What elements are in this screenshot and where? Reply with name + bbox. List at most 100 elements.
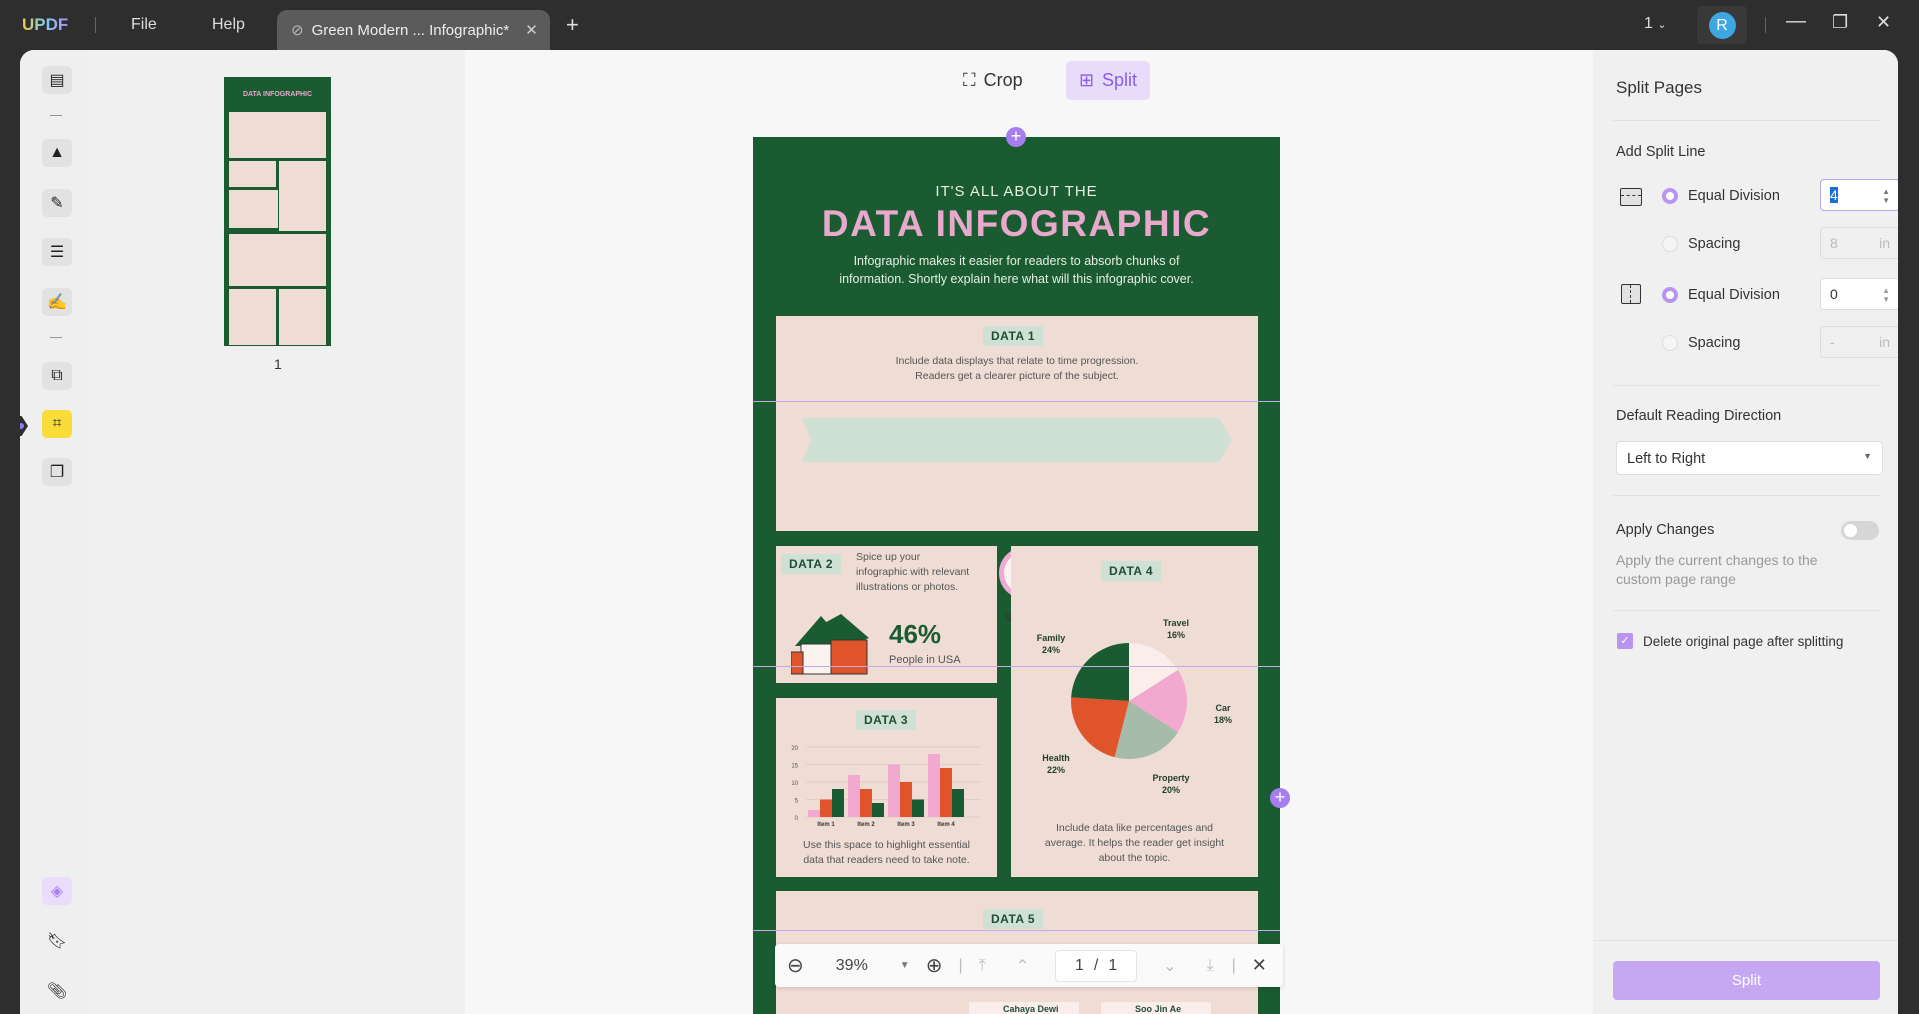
add-vertical-split-handle[interactable]: + xyxy=(1270,788,1290,808)
apply-changes-toggle[interactable] xyxy=(1841,521,1879,540)
zoom-out-icon[interactable]: ⊖ xyxy=(787,953,804,978)
zoom-dropdown-icon[interactable]: ▼ xyxy=(900,960,910,971)
menu-file[interactable]: File xyxy=(131,16,157,34)
stepper-icon[interactable]: ▲ ▼ xyxy=(1882,187,1890,205)
divider xyxy=(1765,17,1766,33)
data3-text: Use this space to highlight essential dat… xyxy=(803,839,970,866)
data3-tag: DATA 3 xyxy=(856,710,917,730)
bar xyxy=(848,775,860,817)
panel-title: Split Pages xyxy=(1616,78,1702,97)
close-navigation-icon[interactable]: ✕ xyxy=(1252,955,1267,976)
crop-icon: ⛶ xyxy=(963,70,976,90)
vertical-equal-division-radio[interactable] xyxy=(1662,287,1678,303)
page-input[interactable]: 1/1 xyxy=(1055,949,1138,982)
slice-percent: 20% xyxy=(1162,785,1180,795)
divider xyxy=(1613,120,1881,121)
layers-icon[interactable]: ◈ xyxy=(42,877,72,905)
pdf-page: IT'S ALL ABOUT THE DATA INFOGRAPHIC Info… xyxy=(753,137,1280,1014)
close-window-icon[interactable]: ✕ xyxy=(1876,12,1891,33)
close-tab-icon[interactable]: ✕ xyxy=(525,21,538,39)
reading-direction-label: Default Reading Direction xyxy=(1616,408,1782,424)
last-page-icon[interactable]: ⤓ xyxy=(1207,957,1214,975)
split-line[interactable] xyxy=(753,401,1280,402)
tab-title: Green Modern ... Infographic* xyxy=(311,21,510,39)
x-tick-label: Item 4 xyxy=(937,822,955,828)
horizontal-equal-division-radio[interactable] xyxy=(1662,188,1678,204)
previous-page-icon[interactable]: ⌃ xyxy=(1016,956,1029,976)
bar xyxy=(832,789,844,817)
sign-icon[interactable]: ✍ xyxy=(42,288,72,316)
restore-icon[interactable]: ❐ xyxy=(1832,12,1848,33)
tool-rail: ▤ ▲ ✎ ☰ ✍ ⧉ ⌗ ❒ ◈ 🔖︎ 📎︎ xyxy=(20,50,90,1014)
bar xyxy=(952,789,964,817)
horizontal-spacing-radio[interactable] xyxy=(1662,236,1678,252)
bar xyxy=(872,803,884,817)
highlighter-icon[interactable]: ▲ xyxy=(42,139,72,167)
reading-direction-select[interactable]: Left to Right ▼ xyxy=(1616,441,1883,475)
horizontal-equal-division-input[interactable]: 4 ▲ ▼ xyxy=(1820,179,1898,211)
crop-button[interactable]: ⛶ Crop xyxy=(955,61,1031,100)
divider xyxy=(95,17,96,33)
add-horizontal-split-handle[interactable]: + xyxy=(1006,127,1026,147)
bar xyxy=(940,768,952,817)
avatar-button[interactable]: R xyxy=(1697,6,1747,44)
form-icon[interactable]: ☰ xyxy=(42,238,72,266)
vertical-equal-division-input[interactable]: 0 ▲ ▼ xyxy=(1820,278,1898,310)
stepper-icon[interactable]: ▲ ▼ xyxy=(1882,286,1890,304)
document-tab[interactable]: ⊘ Green Modern ... Infographic* ✕ xyxy=(277,10,550,50)
horizontal-spacing-input[interactable]: 8 in xyxy=(1820,227,1898,259)
split-line[interactable] xyxy=(753,666,1280,667)
divider xyxy=(1613,610,1881,611)
thumbnail-page-number: 1 xyxy=(274,356,282,372)
bar xyxy=(900,782,912,817)
y-tick-label: 20 xyxy=(791,746,798,752)
batch-icon[interactable]: ❒ xyxy=(42,458,72,486)
add-split-line-label: Add Split Line xyxy=(1616,144,1706,160)
divider xyxy=(50,115,62,116)
reader-icon[interactable]: ▤ xyxy=(42,66,72,94)
x-tick-label: Item 1 xyxy=(817,822,835,828)
page-selector[interactable]: 1 ⌄ xyxy=(1644,15,1667,33)
organize-pages-icon[interactable]: ⧉ xyxy=(42,362,72,390)
zoom-in-icon[interactable]: ⊕ xyxy=(926,953,943,978)
split-pages-panel: Split Pages Add Split Line Equal Divisio… xyxy=(1593,50,1898,1014)
bar-chart: 20 15 10 5 0 Item 1 Item 2 Item 3 Item 4 xyxy=(791,746,981,828)
pie-slice xyxy=(1071,643,1129,701)
edit-pdf-icon[interactable]: ✎ xyxy=(42,189,72,217)
y-tick-label: 10 xyxy=(791,781,798,787)
file-icon: ⊘ xyxy=(291,22,304,39)
minimize-icon[interactable]: — xyxy=(1786,10,1806,33)
attachment-icon[interactable]: 📎︎ xyxy=(42,977,72,1005)
bookmark-icon[interactable]: 🔖︎ xyxy=(42,927,72,955)
y-tick-label: 15 xyxy=(791,764,798,770)
page-thumbnail[interactable]: DATA INFOGRAPHIC xyxy=(224,77,331,346)
divider xyxy=(50,337,62,338)
x-tick-label: Item 2 xyxy=(857,822,875,828)
data4-section: DATA 4 Travel 16% Car 18% Property 20% Health 2… xyxy=(1011,546,1258,877)
thumbnail-panel: DATA INFOGRAPHIC 1 xyxy=(90,50,465,1014)
divider xyxy=(1613,495,1881,496)
person-card: Cahaya DewiVP OF MARKETING xyxy=(969,1002,1079,1014)
slice-label: Family xyxy=(1037,633,1066,643)
data3-section: DATA 3 20 15 10 5 0 Item 1 Item 2 Item 3 Item 4 … xyxy=(776,698,997,877)
vertical-spacing-input[interactable]: - in xyxy=(1820,326,1898,358)
split-button-tab[interactable]: ⊞ Split xyxy=(1066,61,1150,100)
divider xyxy=(1613,385,1881,386)
new-tab-button[interactable]: + xyxy=(566,12,579,38)
slice-label: Car xyxy=(1215,703,1231,713)
page-navigation-bar: ⊖ 39% ▼ ⊕ | ⤒ ⌃ 1/1 ⌄ ⤓ | ✕ xyxy=(775,944,1283,987)
crop-split-icon[interactable]: ⌗ xyxy=(42,410,72,438)
zoom-level[interactable]: 39% xyxy=(836,957,868,975)
data4-text: Include data like percentages and average… xyxy=(1044,822,1225,864)
menu-help[interactable]: Help xyxy=(212,16,245,34)
vertical-spacing-radio[interactable] xyxy=(1662,335,1678,351)
split-button[interactable]: Split xyxy=(1613,961,1880,1000)
delete-original-checkbox[interactable]: ✓ xyxy=(1617,633,1633,649)
apply-changes-label: Apply Changes xyxy=(1616,522,1715,538)
split-line[interactable] xyxy=(753,930,1280,931)
infographic-title: DATA INFOGRAPHIC xyxy=(821,203,1212,244)
next-page-icon[interactable]: ⌄ xyxy=(1163,956,1176,976)
first-page-icon[interactable]: ⤒ xyxy=(979,957,986,975)
data1-text: Include data displays that relate to tim… xyxy=(895,355,1139,382)
apply-changes-description: Apply the current changes to the custom p… xyxy=(1616,552,1818,587)
